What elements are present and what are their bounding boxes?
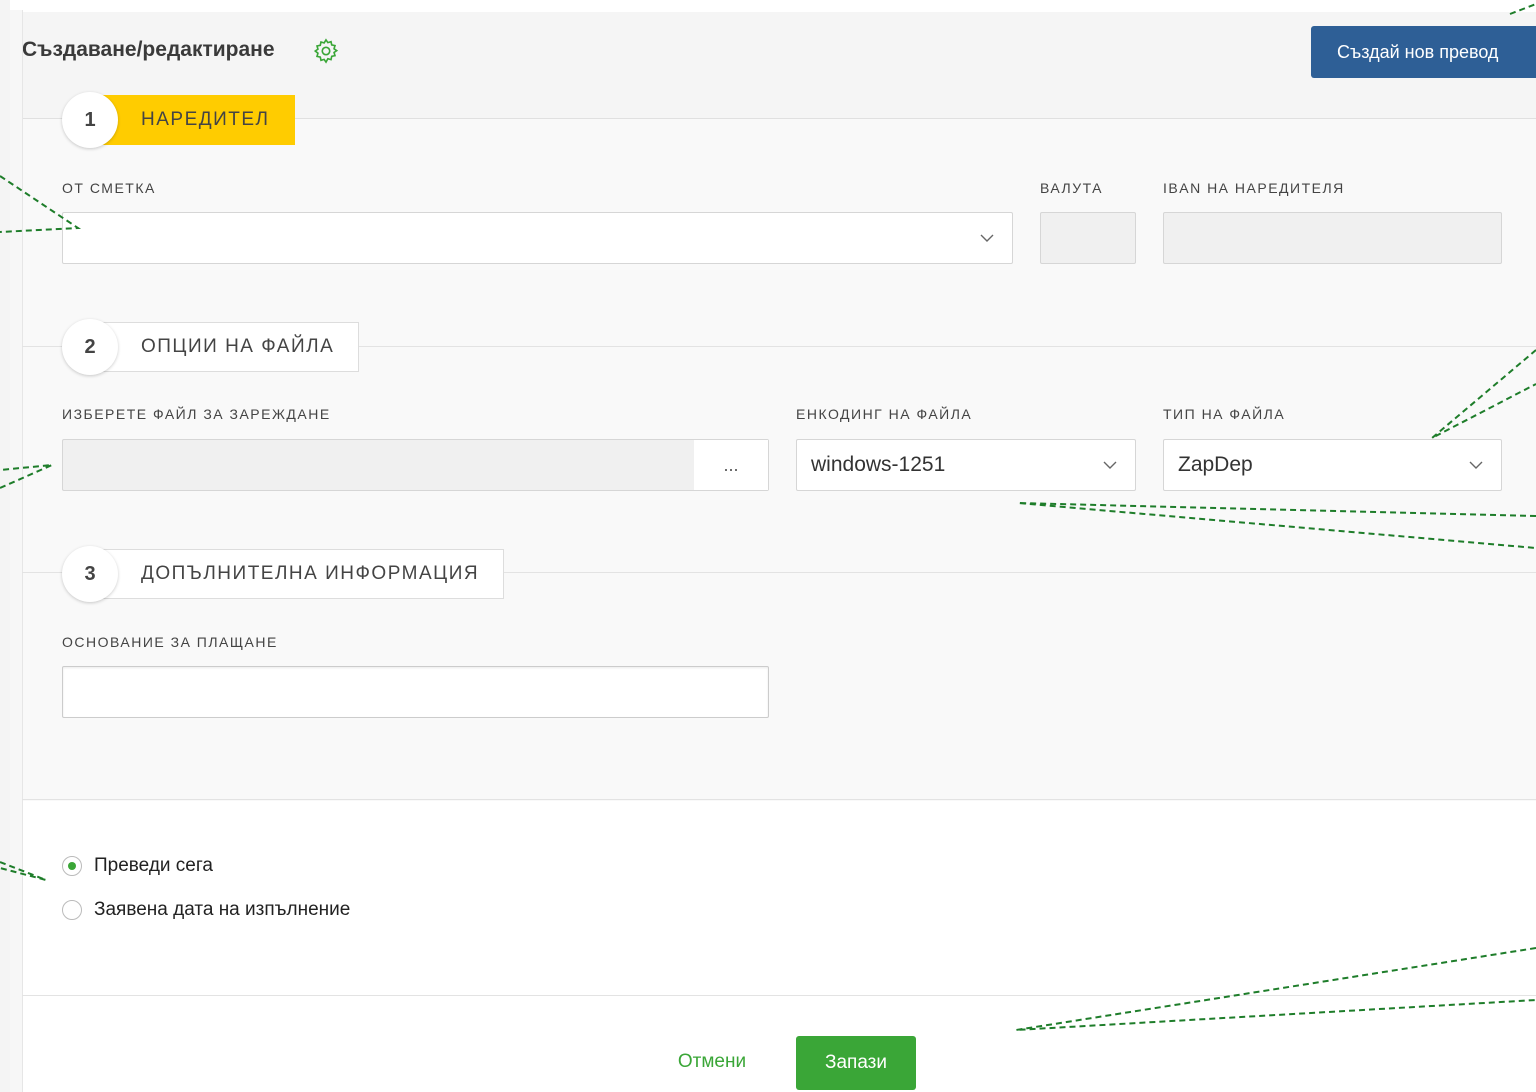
file-type-value: ZapDep: [1178, 453, 1253, 476]
step-label: ОПЦИИ НА ФАЙЛА: [98, 322, 360, 372]
gear-icon[interactable]: [312, 37, 340, 65]
radio-requested-date[interactable]: [62, 900, 82, 920]
encoding-label: ЕНКОДИНГ НА ФАЙЛА: [796, 406, 973, 422]
file-type-select[interactable]: ZapDep: [1163, 439, 1502, 491]
payment-reason-input[interactable]: [62, 666, 769, 718]
requested-date-option[interactable]: Заявена дата на изпълнение: [62, 899, 350, 921]
browse-file-button[interactable]: ...: [694, 440, 768, 490]
encoding-select[interactable]: windows-1251: [796, 439, 1136, 491]
footer-divider: [22, 995, 1536, 996]
step-number: 1: [62, 92, 118, 148]
create-new-transfer-button[interactable]: Създай нов превод: [1311, 26, 1536, 78]
execute-now-option[interactable]: Преведи сега: [62, 855, 213, 877]
currency-label: ВАЛУТА: [1040, 180, 1104, 196]
file-type-label: ТИП НА ФАЙЛА: [1163, 406, 1286, 422]
section-divider: [22, 799, 1536, 800]
cancel-button[interactable]: Отмени: [662, 1044, 762, 1080]
left-edge: [0, 0, 10, 1092]
radio-execute-now[interactable]: [62, 856, 82, 876]
step-number: 2: [62, 319, 118, 375]
step-label: НАРЕДИТЕЛ: [98, 95, 295, 145]
file-label: ИЗБЕРЕТЕ ФАЙЛ ЗА ЗАРЕЖДАНЕ: [62, 406, 331, 422]
encoding-value: windows-1251: [811, 453, 946, 476]
left-panel-border: [10, 10, 23, 1092]
account-select[interactable]: [62, 212, 1013, 264]
step-number: 3: [62, 546, 118, 602]
save-button[interactable]: Запази: [796, 1036, 916, 1090]
currency-field: [1040, 212, 1136, 264]
requested-date-label: Заявена дата на изпълнение: [94, 899, 351, 920]
page-title: Създаване/редактиране: [22, 38, 275, 61]
step-2: 2 ОПЦИИ НА ФАЙЛА: [62, 319, 360, 375]
iban-field: [1163, 212, 1502, 264]
step-1: 1 НАРЕДИТЕЛ: [62, 92, 295, 148]
chevron-down-icon: [1103, 461, 1117, 469]
annotation-line: [1015, 947, 1536, 1031]
account-label: ОТ СМЕТКА: [62, 180, 156, 196]
iban-label: IBAN НА НАРЕДИТЕЛЯ: [1163, 180, 1345, 196]
file-input[interactable]: ...: [62, 439, 769, 491]
execute-now-label: Преведи сега: [94, 855, 213, 876]
payment-reason-label: ОСНОВАНИЕ ЗА ПЛАЩАНЕ: [62, 634, 278, 650]
step-3: 3 ДОПЪЛНИТЕЛНА ИНФОРМАЦИЯ: [62, 546, 505, 602]
chevron-down-icon: [1469, 461, 1483, 469]
step-label: ДОПЪЛНИТЕЛНА ИНФОРМАЦИЯ: [98, 549, 505, 599]
chevron-down-icon: [980, 234, 994, 242]
